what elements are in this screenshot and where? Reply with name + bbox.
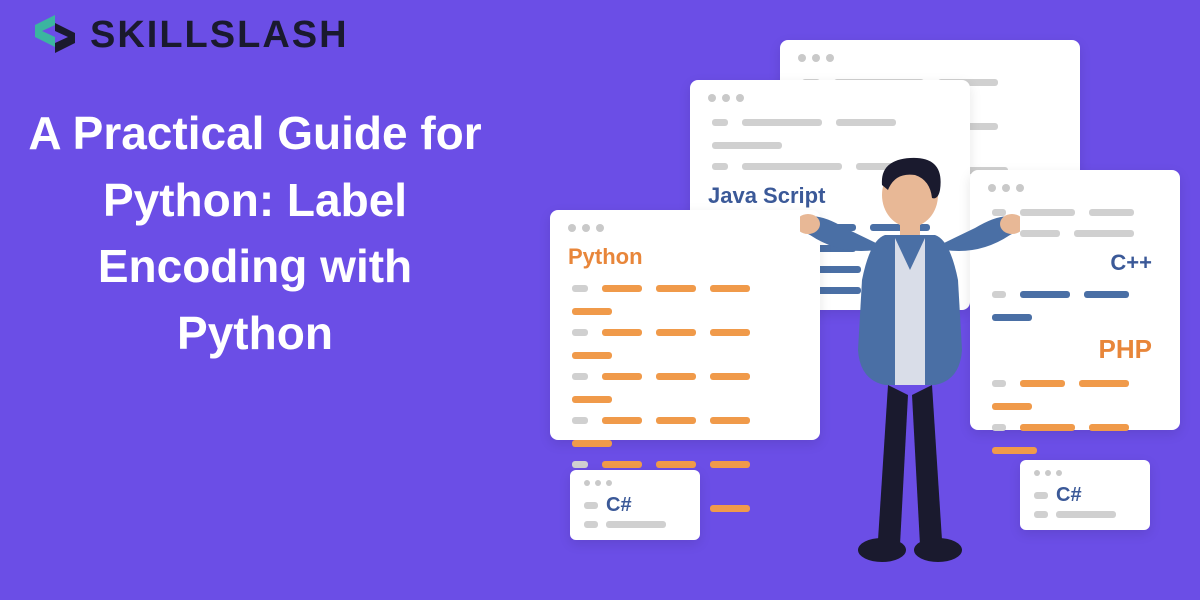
logo-text: SKILLSLASH bbox=[90, 14, 349, 57]
page-title: A Practical Guide for Python: Label Enco… bbox=[20, 100, 490, 367]
card-csharp-left: C# bbox=[570, 470, 700, 540]
logo-icon bbox=[30, 10, 80, 60]
brand-logo: SKILLSLASH bbox=[30, 10, 349, 60]
label-csharp-right: C# bbox=[1056, 484, 1082, 507]
person-illustration bbox=[800, 150, 1020, 570]
card-csharp-right: C# bbox=[1020, 460, 1150, 530]
card-python: Python bbox=[550, 210, 820, 440]
illustration: Java Script Python C++ PHP C# C# bbox=[540, 40, 1200, 600]
label-python: Python bbox=[568, 244, 802, 270]
label-csharp-left: C# bbox=[606, 494, 632, 517]
